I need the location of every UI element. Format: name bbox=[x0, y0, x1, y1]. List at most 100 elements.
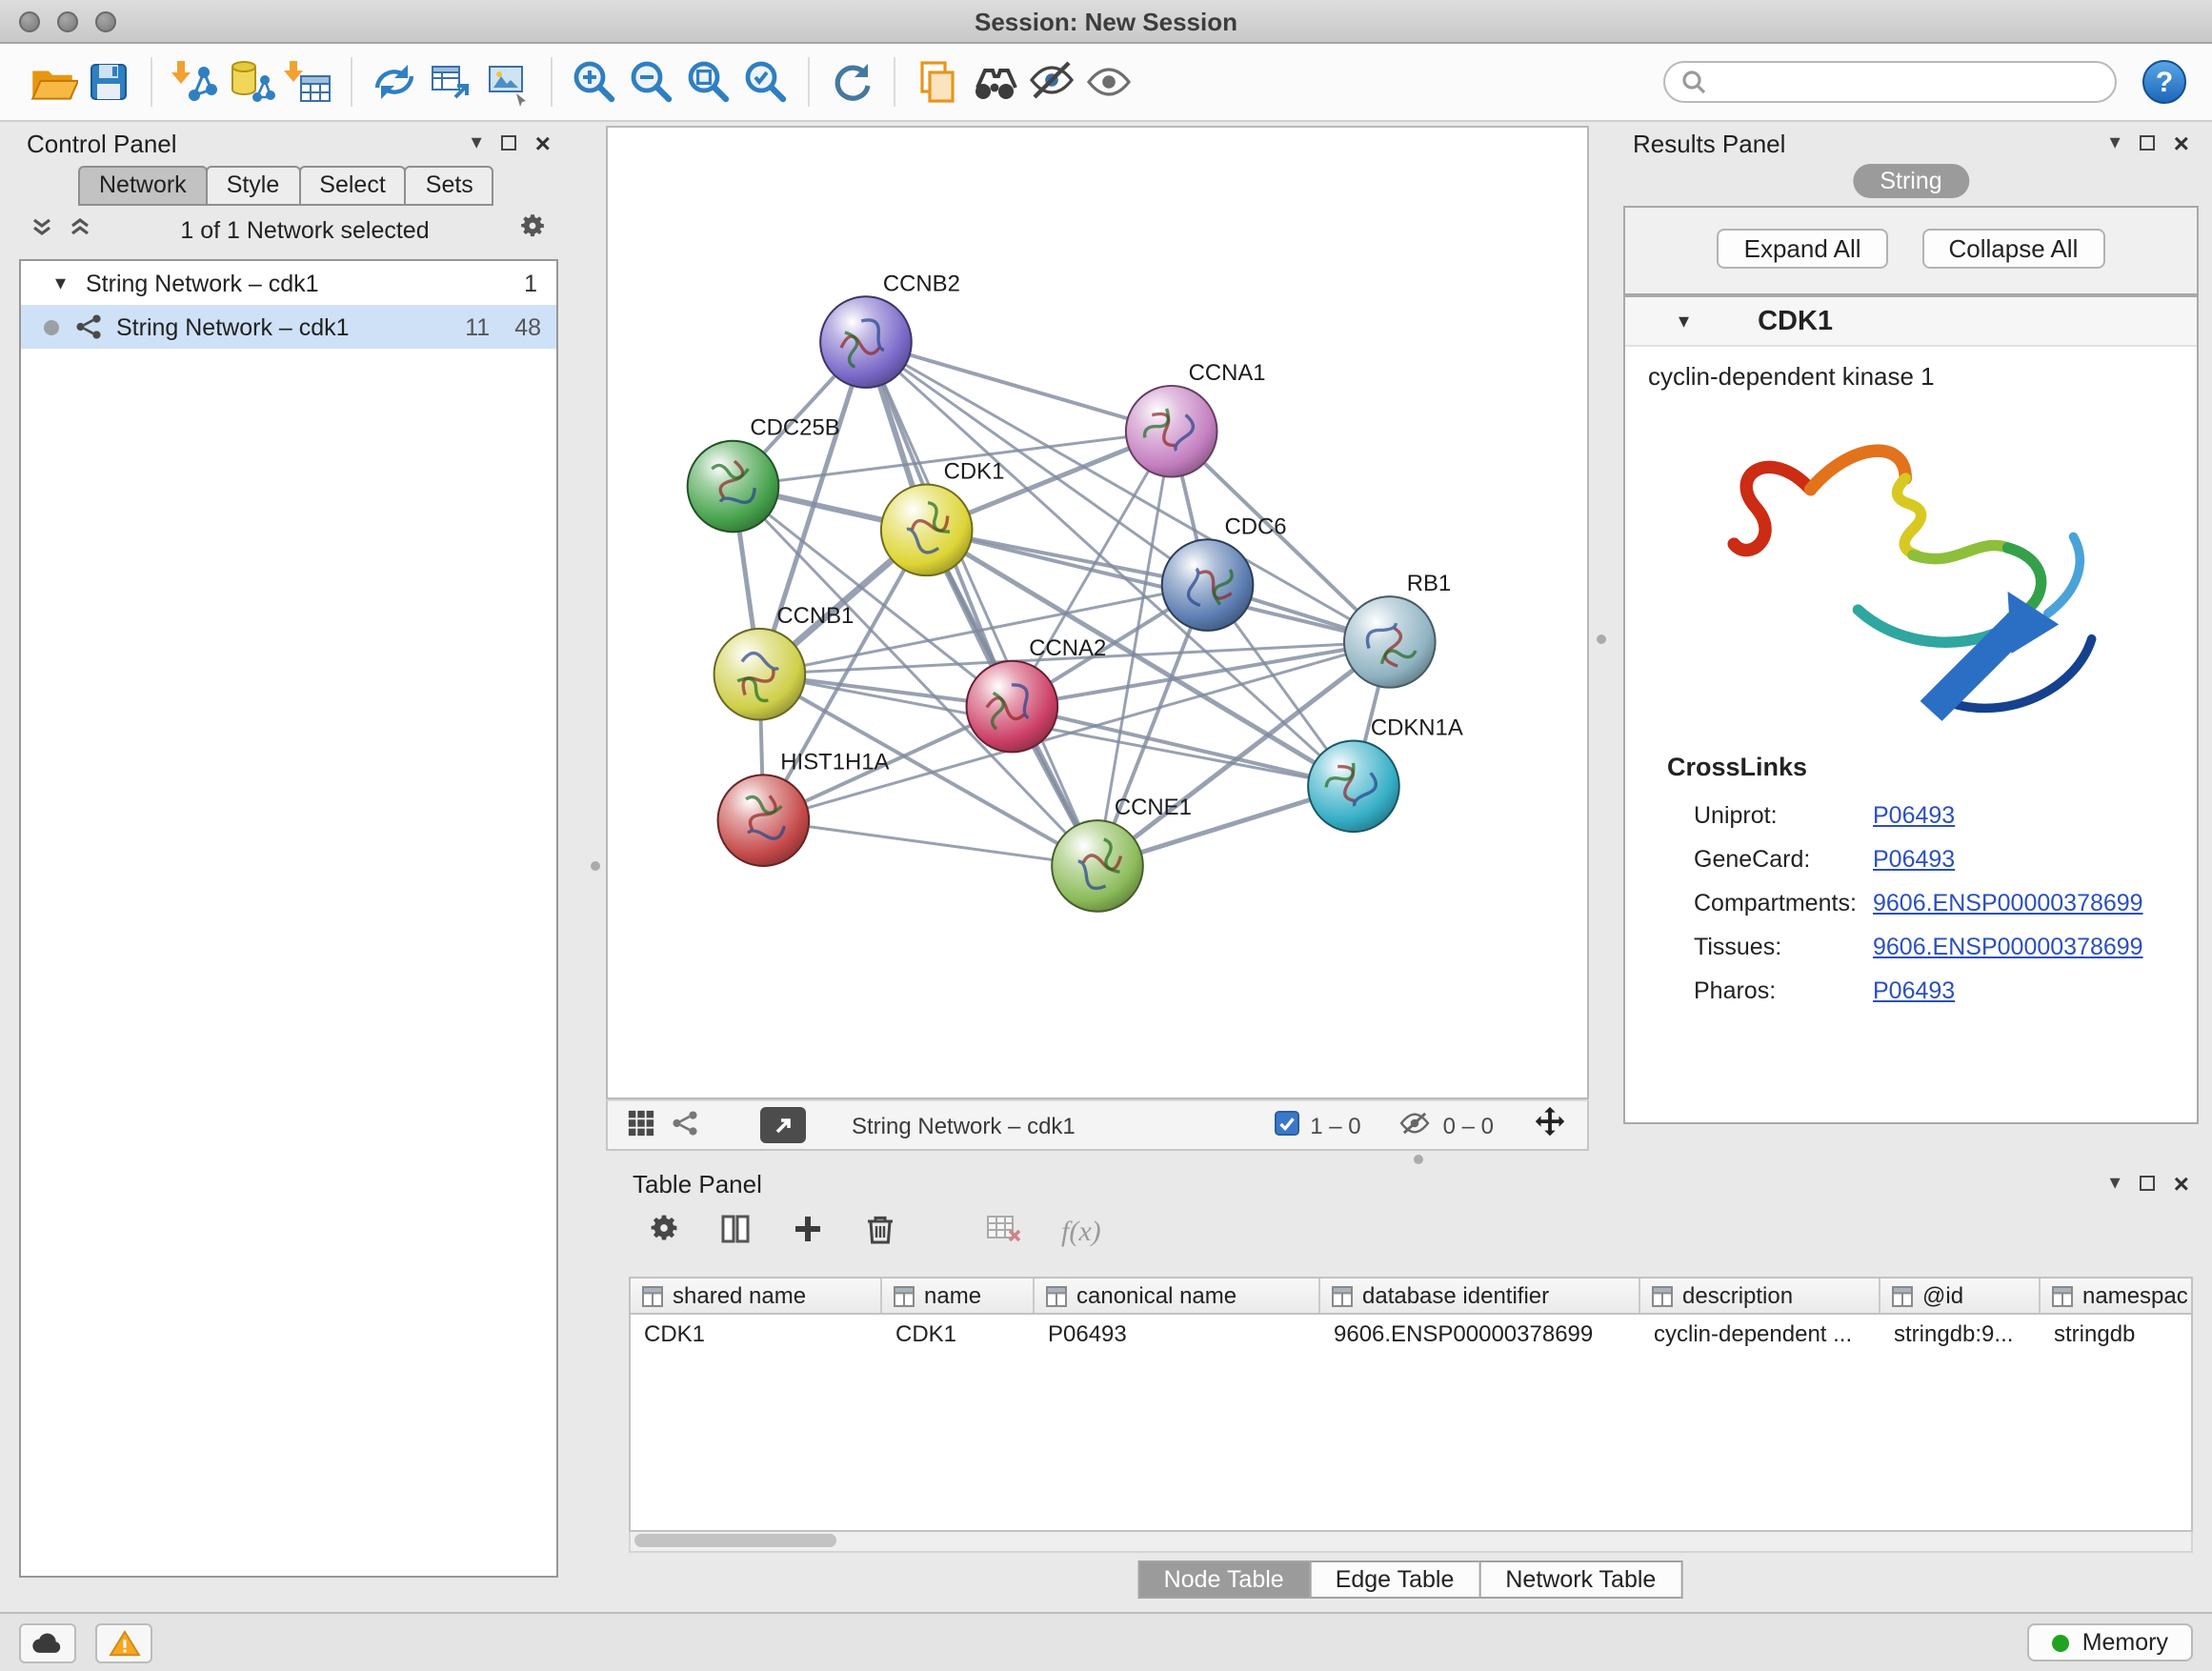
warnings-button[interactable] bbox=[95, 1622, 152, 1662]
panel-collapse-icon[interactable]: ▾ bbox=[2110, 1173, 2121, 1194]
window-titlebar[interactable]: Session: New Session bbox=[0, 0, 2212, 44]
zoom-out-button[interactable] bbox=[623, 53, 680, 111]
table-cell[interactable]: stringdb bbox=[2041, 1320, 2193, 1347]
tab-style[interactable]: Style bbox=[206, 166, 301, 206]
panel-float-icon[interactable] bbox=[2140, 1176, 2155, 1191]
expand-all-button[interactable]: Expand All bbox=[1718, 229, 1888, 269]
expand-all-networks-icon[interactable] bbox=[69, 212, 91, 247]
column-header[interactable]: description bbox=[1640, 1278, 1880, 1313]
zoom-in-button[interactable] bbox=[566, 53, 623, 111]
window-zoom-button[interactable] bbox=[95, 11, 116, 32]
cloud-status-button[interactable] bbox=[19, 1622, 76, 1662]
network-node-CDC6[interactable] bbox=[1162, 539, 1254, 631]
tab-network[interactable]: Network bbox=[78, 166, 208, 206]
panel-collapse-icon[interactable]: ▾ bbox=[2110, 132, 2121, 153]
annotations-button[interactable] bbox=[909, 53, 966, 111]
zoom-selected-button[interactable] bbox=[737, 53, 794, 111]
network-row[interactable]: String Network – cdk1 11 48 bbox=[21, 305, 556, 349]
table-cell[interactable]: CDK1 bbox=[882, 1320, 1035, 1347]
delete-table-icon[interactable] bbox=[985, 1211, 1023, 1255]
table-cell[interactable]: P06493 bbox=[1035, 1320, 1320, 1347]
horizontal-scrollbar[interactable] bbox=[629, 1532, 2193, 1553]
show-details-button[interactable] bbox=[1080, 53, 1137, 111]
export-image-button[interactable] bbox=[480, 53, 537, 111]
grid-view-icon[interactable] bbox=[627, 1108, 655, 1142]
import-network-file-button[interactable] bbox=[166, 53, 223, 111]
crosslink-value-link[interactable]: P06493 bbox=[1873, 976, 1955, 1003]
detach-view-button[interactable] bbox=[760, 1107, 806, 1143]
hidden-eye-slash-icon[interactable] bbox=[1399, 1110, 1432, 1140]
pan-move-icon[interactable] bbox=[1532, 1104, 1568, 1146]
crosslink-value-link[interactable]: 9606.ENSP00000378699 bbox=[1873, 889, 2143, 916]
network-node-CDC25B[interactable] bbox=[688, 441, 779, 533]
delete-column-trash-icon[interactable] bbox=[863, 1211, 897, 1255]
collapse-all-networks-icon[interactable] bbox=[30, 212, 53, 247]
selected-nodes-checkbox-icon[interactable] bbox=[1274, 1110, 1298, 1140]
window-minimize-button[interactable] bbox=[57, 11, 78, 32]
function-builder-button[interactable]: f(x) bbox=[1061, 1217, 1101, 1249]
network-node-CCNB2[interactable] bbox=[820, 296, 912, 388]
open-session-button[interactable] bbox=[23, 53, 80, 111]
collapse-all-button[interactable]: Collapse All bbox=[1922, 229, 2105, 269]
tab-edge-table[interactable]: Edge Table bbox=[1309, 1560, 1481, 1599]
search-input[interactable] bbox=[1719, 67, 2100, 97]
tab-node-table[interactable]: Node Table bbox=[1137, 1560, 1311, 1599]
splitter-handle[interactable] bbox=[1414, 1155, 1423, 1164]
tab-string[interactable]: String bbox=[1853, 164, 1968, 198]
share-network-icon[interactable] bbox=[671, 1108, 699, 1142]
network-node-HIST1H1A[interactable] bbox=[718, 775, 810, 866]
crosslink-value-link[interactable]: P06493 bbox=[1873, 845, 1955, 872]
network-node-CDK1[interactable] bbox=[881, 485, 973, 576]
column-header[interactable]: name bbox=[882, 1278, 1035, 1313]
table-cell[interactable]: CDK1 bbox=[631, 1320, 882, 1347]
crosslink-value-link[interactable]: 9606.ENSP00000378699 bbox=[1873, 933, 2143, 959]
column-header[interactable]: @id bbox=[1880, 1278, 2041, 1313]
memory-button[interactable]: Memory bbox=[2027, 1623, 2193, 1661]
birds-eye-view-button[interactable] bbox=[966, 53, 1023, 111]
tab-sets[interactable]: Sets bbox=[405, 166, 494, 206]
scrollbar-thumb[interactable] bbox=[634, 1534, 836, 1547]
card-caret-icon[interactable]: ▾ bbox=[1679, 309, 1689, 333]
help-button[interactable]: ? bbox=[2140, 57, 2189, 107]
import-table-button[interactable] bbox=[280, 53, 337, 111]
panel-collapse-icon[interactable]: ▾ bbox=[472, 132, 482, 153]
crosslink-value-link[interactable]: P06493 bbox=[1873, 801, 1955, 828]
column-header[interactable]: shared name bbox=[631, 1278, 882, 1313]
window-close-button[interactable] bbox=[19, 11, 40, 32]
network-options-gear-icon[interactable] bbox=[518, 211, 547, 249]
tab-select[interactable]: Select bbox=[298, 166, 407, 206]
tree-caret-icon[interactable]: ▾ bbox=[55, 271, 86, 295]
hide-details-button[interactable] bbox=[1023, 53, 1080, 111]
panel-float-icon[interactable] bbox=[2140, 135, 2155, 151]
column-header[interactable]: namespac bbox=[2041, 1278, 2193, 1313]
network-node-CDKN1A[interactable] bbox=[1308, 740, 1399, 832]
network-node-CCNA1[interactable] bbox=[1126, 386, 1217, 477]
add-column-plus-icon[interactable] bbox=[791, 1211, 825, 1255]
panel-close-icon[interactable]: × bbox=[2174, 130, 2189, 156]
zoom-fit-button[interactable] bbox=[680, 53, 737, 111]
table-cell[interactable]: cyclin-dependent ... bbox=[1640, 1320, 1880, 1347]
panel-close-icon[interactable]: × bbox=[2174, 1170, 2189, 1197]
network-graph[interactable]: CCNB2CCNA1CDC25BCDK1CDC6RB1CCNB1CCNA2CDK… bbox=[608, 128, 1587, 1097]
column-header[interactable]: database identifier bbox=[1320, 1278, 1640, 1313]
tab-network-table[interactable]: Network Table bbox=[1478, 1560, 1682, 1599]
protein-card-header[interactable]: ▾ CDK1 bbox=[1625, 297, 2197, 347]
network-canvas[interactable]: CCNB2CCNA1CDC25BCDK1CDC6RB1CCNB1CCNA2CDK… bbox=[606, 126, 1589, 1099]
network-collection-row[interactable]: ▾ String Network – cdk1 1 bbox=[21, 261, 556, 305]
network-node-CCNA2[interactable] bbox=[967, 661, 1058, 753]
table-settings-gear-icon[interactable] bbox=[648, 1212, 680, 1254]
table-cell[interactable]: 9606.ENSP00000378699 bbox=[1320, 1320, 1640, 1347]
refresh-button[interactable] bbox=[823, 53, 880, 111]
panel-float-icon[interactable] bbox=[501, 135, 516, 151]
import-network-database-button[interactable] bbox=[223, 53, 280, 111]
network-node-CCNE1[interactable] bbox=[1052, 820, 1143, 912]
column-header[interactable]: canonical name bbox=[1035, 1278, 1320, 1313]
panel-close-icon[interactable]: × bbox=[535, 130, 551, 156]
show-columns-icon[interactable] bbox=[718, 1211, 753, 1255]
network-node-RB1[interactable] bbox=[1344, 596, 1436, 688]
splitter-handle[interactable] bbox=[1597, 634, 1606, 644]
network-from-table-button[interactable] bbox=[423, 53, 480, 111]
network-node-CCNB1[interactable] bbox=[714, 629, 806, 720]
save-session-button[interactable] bbox=[80, 53, 137, 111]
clone-network-button[interactable] bbox=[366, 53, 423, 111]
